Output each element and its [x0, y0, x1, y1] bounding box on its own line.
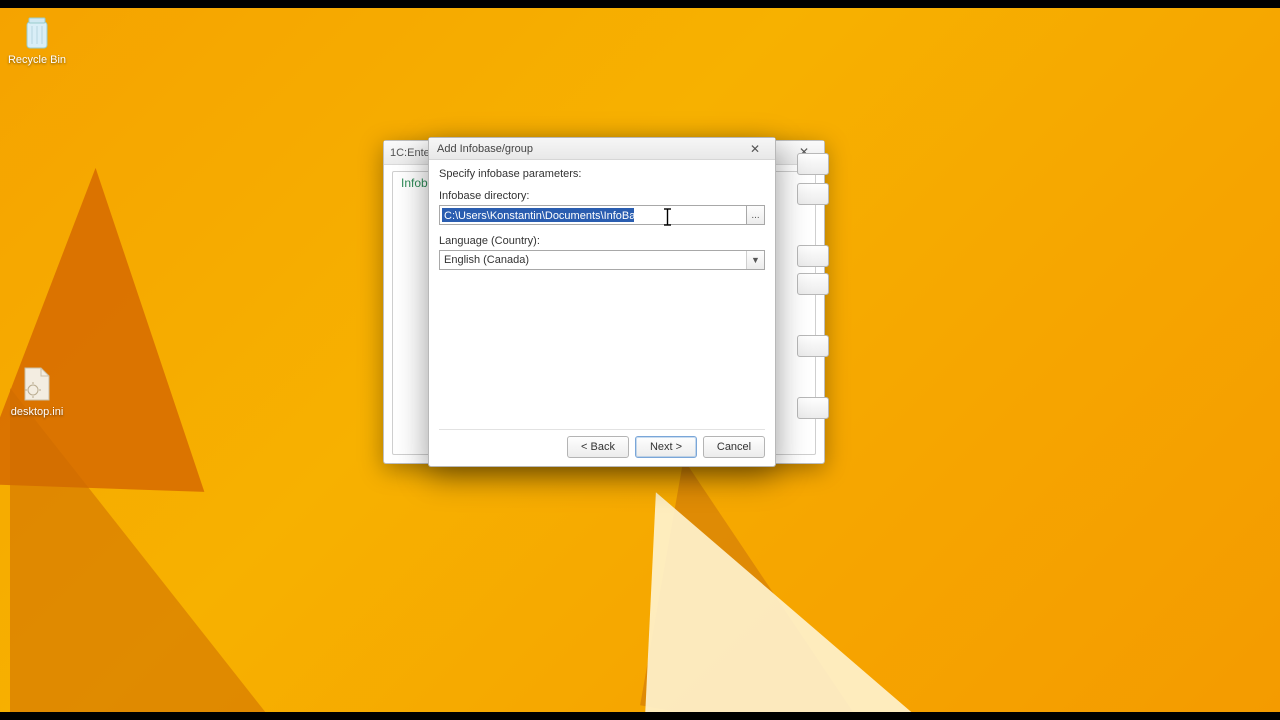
wallpaper-shape	[10, 388, 270, 712]
language-select[interactable]: English (Canada) ▼	[439, 250, 765, 270]
back-button-label: < Back	[581, 441, 615, 453]
ellipsis-icon: ...	[751, 210, 759, 221]
wizard-content: Specify infobase parameters: Infobase di…	[439, 168, 765, 428]
chevron-down-icon: ▼	[746, 251, 764, 269]
next-button-label: Next >	[650, 441, 682, 453]
wallpaper-shape	[636, 483, 924, 712]
launcher-side-button[interactable]	[797, 273, 829, 295]
launcher-side-button[interactable]	[797, 397, 829, 419]
wizard-button-row: < Back Next > Cancel	[567, 436, 765, 458]
infobase-directory-input[interactable]: C:\Users\Konstantin\Documents\InfoBase2	[439, 205, 747, 225]
letterbox-top	[0, 0, 1280, 8]
recycle-bin-label: Recycle Bin	[2, 54, 72, 66]
recycle-bin-icon[interactable]: Recycle Bin	[2, 12, 72, 66]
browse-button[interactable]: ...	[747, 205, 765, 225]
wizard-titlebar[interactable]: Add Infobase/group ✕	[429, 138, 775, 160]
cancel-button-label: Cancel	[717, 441, 751, 453]
desktop[interactable]: Recycle Bin desktop.ini 1C:Enter ✕ Infob	[0, 8, 1280, 712]
divider	[439, 429, 765, 430]
infobase-directory-label: Infobase directory:	[439, 190, 765, 202]
file-glyph	[17, 364, 57, 404]
launcher-side-button[interactable]	[797, 335, 829, 357]
launcher-title: 1C:Enter	[390, 147, 433, 159]
back-button[interactable]: < Back	[567, 436, 629, 458]
infobase-directory-value: C:\Users\Konstantin\Documents\InfoBase2	[442, 208, 634, 222]
cancel-button[interactable]: Cancel	[703, 436, 765, 458]
wizard-instruction: Specify infobase parameters:	[439, 168, 765, 180]
close-icon[interactable]: ✕	[737, 140, 773, 158]
launcher-side-button[interactable]	[797, 245, 829, 267]
next-button[interactable]: Next >	[635, 436, 697, 458]
desktop-ini-icon[interactable]: desktop.ini	[2, 364, 72, 418]
launcher-side-button[interactable]	[797, 153, 829, 175]
recycle-bin-glyph	[17, 12, 57, 52]
add-infobase-window[interactable]: Add Infobase/group ✕ Specify infobase pa…	[428, 137, 776, 467]
infobases-label: Infob	[401, 176, 428, 190]
language-label: Language (Country):	[439, 235, 765, 247]
language-value: English (Canada)	[444, 254, 529, 266]
desktop-ini-label: desktop.ini	[2, 406, 72, 418]
wizard-title: Add Infobase/group	[437, 143, 533, 155]
letterbox-bottom	[0, 712, 1280, 720]
launcher-side-button[interactable]	[797, 183, 829, 205]
